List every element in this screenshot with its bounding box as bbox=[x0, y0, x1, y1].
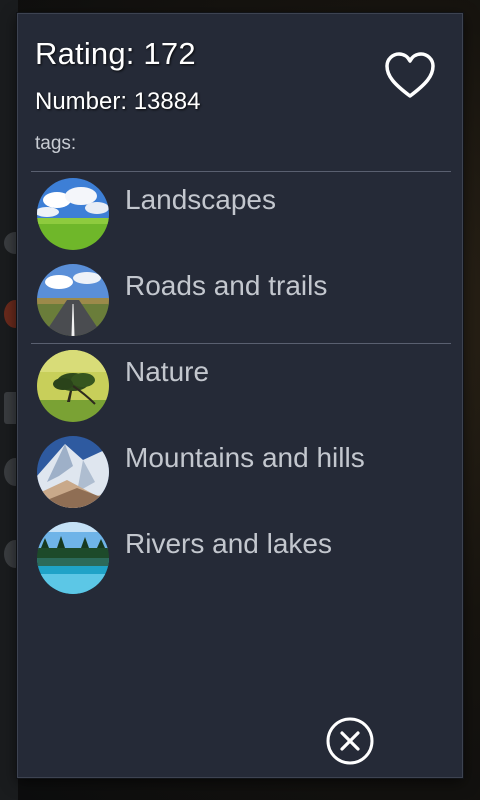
tag-item-rivers-and-lakes[interactable]: Rivers and lakes bbox=[37, 522, 447, 598]
rating-text: Rating: 172 bbox=[35, 36, 196, 71]
tag-item-roads-and-trails[interactable]: Roads and trails bbox=[37, 264, 447, 340]
image-info-dialog: Rating: 172 Number: 13884 tags: Landscap… bbox=[17, 13, 463, 778]
road-thumbnail bbox=[37, 264, 109, 336]
mountain-thumbnail bbox=[37, 436, 109, 508]
tags-label: tags: bbox=[35, 133, 77, 154]
landscape-thumbnail bbox=[37, 178, 109, 250]
tag-item-mountains-and-hills[interactable]: Mountains and hills bbox=[37, 436, 447, 512]
tag-label: Landscapes bbox=[125, 184, 277, 215]
tag-label: Mountains and hills bbox=[125, 442, 365, 473]
tag-item-landscapes[interactable]: Landscapes bbox=[37, 178, 447, 254]
divider bbox=[31, 171, 451, 172]
close-button[interactable] bbox=[326, 717, 374, 765]
divider bbox=[31, 343, 451, 344]
tag-item-nature[interactable]: Nature bbox=[37, 350, 447, 426]
heart-outline-icon bbox=[385, 52, 435, 98]
favorite-button[interactable] bbox=[384, 52, 436, 100]
lake-thumbnail bbox=[37, 522, 109, 594]
tag-label: Nature bbox=[125, 356, 210, 387]
close-circle-icon bbox=[326, 717, 374, 765]
tag-label: Rivers and lakes bbox=[125, 528, 332, 559]
number-text: Number: 13884 bbox=[35, 88, 201, 115]
tree-thumbnail bbox=[37, 350, 109, 422]
tag-label: Roads and trails bbox=[125, 270, 328, 301]
